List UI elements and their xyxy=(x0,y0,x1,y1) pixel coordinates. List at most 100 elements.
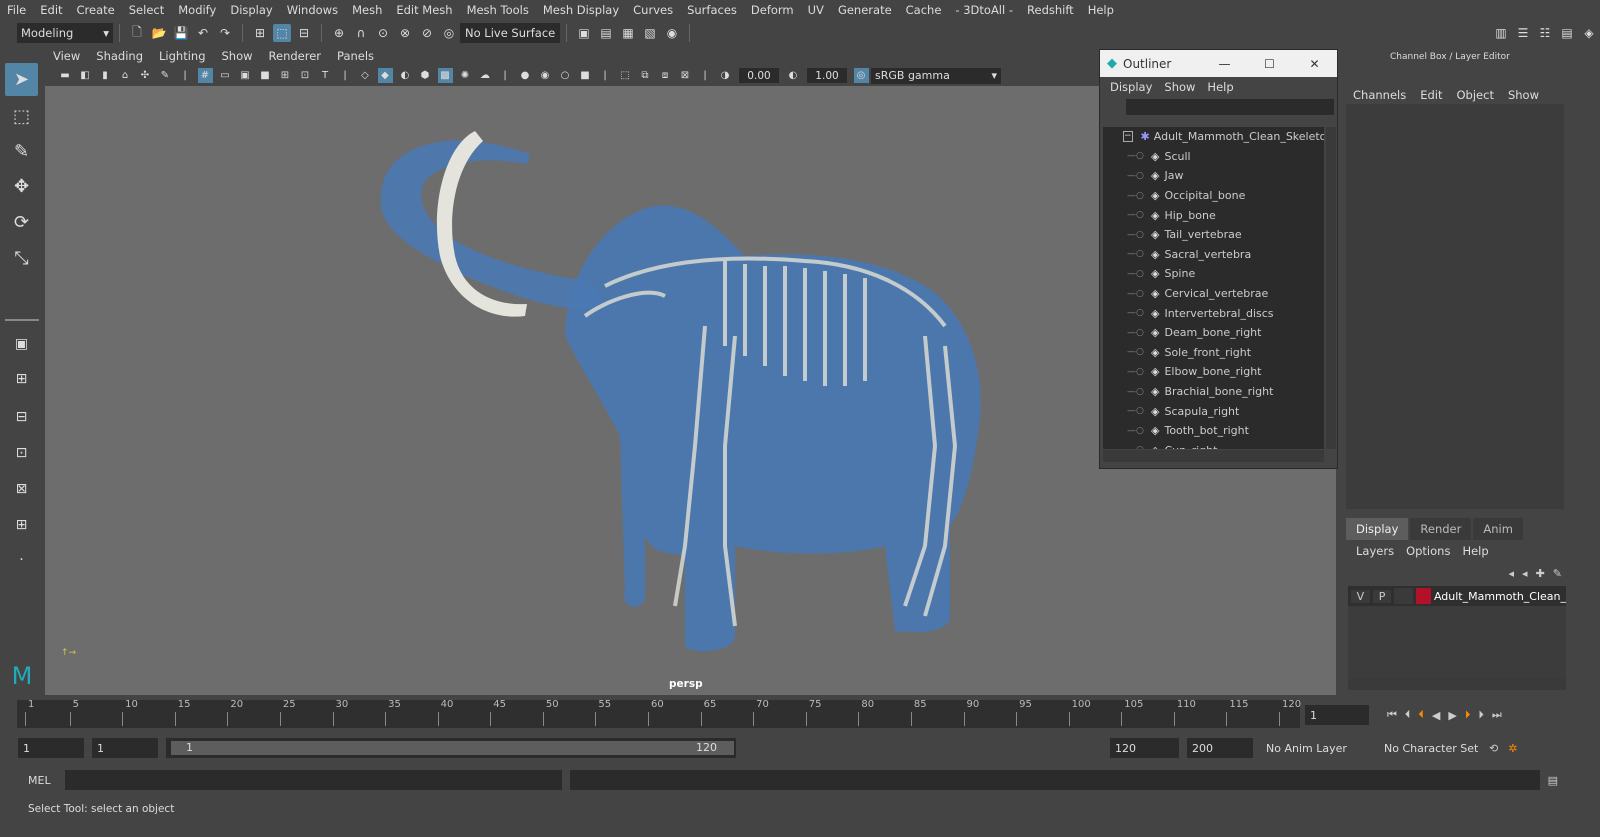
image-plane-icon[interactable]: ⌂ xyxy=(118,68,133,83)
outliner-root-row[interactable]: − ✱ Adult_Mammoth_Clean_Skeleto xyxy=(1103,127,1324,147)
menu-mesh-tools[interactable]: Mesh Tools xyxy=(460,0,536,20)
render-settings-icon[interactable]: ▣ xyxy=(575,24,593,42)
persp-uv-icon[interactable]: ⊞ xyxy=(5,508,38,541)
select-component-icon[interactable]: ⊟ xyxy=(295,24,313,42)
exposure-icon[interactable]: ◑ xyxy=(718,68,733,83)
outliner-item[interactable]: —○ ◈ Intervertebral_discs xyxy=(1103,303,1324,323)
end-time-field[interactable]: 200 xyxy=(1187,738,1253,758)
collapse-icon[interactable]: − xyxy=(1123,131,1133,143)
menu-set-dropdown[interactable]: Modeling ▾ xyxy=(17,23,113,43)
select-object-icon[interactable]: ⬚ xyxy=(273,24,291,42)
scale-tool-icon[interactable]: ⤡ xyxy=(5,242,38,275)
rotate-tool-icon[interactable]: ⟳ xyxy=(5,206,38,239)
outliner-item[interactable]: —○ ◈ Spine xyxy=(1103,264,1324,284)
script-editor-icon[interactable]: ▤ xyxy=(1548,774,1558,787)
panel-menu-view[interactable]: View xyxy=(45,49,88,63)
menu-mesh-display[interactable]: Mesh Display xyxy=(536,0,626,20)
snap-grid-icon[interactable]: ⊕ xyxy=(330,24,348,42)
gamma-field[interactable]: 1.00 xyxy=(807,68,847,83)
menu-deform[interactable]: Deform xyxy=(744,0,801,20)
character-set-dropdown[interactable]: No Character Set xyxy=(1379,738,1479,758)
channel-box-pane[interactable] xyxy=(1346,104,1564,509)
outliner-item[interactable]: —○ ◈ Sole_front_right xyxy=(1103,343,1324,363)
outliner-hscrollbar[interactable] xyxy=(1103,450,1324,462)
layer-menu-layers[interactable]: Layers xyxy=(1350,544,1400,558)
new-scene-icon[interactable]: 🗋 xyxy=(128,24,146,42)
move-layer-down-icon[interactable]: ◂ xyxy=(1522,567,1528,580)
more-layouts-icon[interactable]: · xyxy=(5,543,38,576)
outliner-item[interactable]: —○ ◈ Occipital_bone xyxy=(1103,186,1324,206)
textured-icon[interactable]: ▩ xyxy=(437,68,453,83)
gate-mask-icon[interactable]: ■ xyxy=(258,68,273,83)
paint-select-icon[interactable]: ✎ xyxy=(5,135,38,168)
isolate-select-icon[interactable]: ⬚ xyxy=(618,68,633,83)
motion-blur-icon[interactable]: ◉ xyxy=(538,68,553,83)
time-slider[interactable]: 1 5 10 15 20 25 30 35 40 45 50 55 60 65 70 75 80 85 90 95 10… xyxy=(17,699,1301,728)
live-surface-field[interactable]: No Live Surface xyxy=(460,23,560,43)
toggle-tools-icon[interactable]: ☰ xyxy=(1514,24,1532,42)
playback-end-field[interactable]: 120 xyxy=(1110,738,1179,758)
snap-surface-icon[interactable]: ⊘ xyxy=(418,24,436,42)
outliner-item[interactable]: —○ ◈ Scull xyxy=(1103,147,1324,167)
outliner-item[interactable]: —○ ◈ Brachial_bone_right xyxy=(1103,382,1324,402)
menu-uv[interactable]: UV xyxy=(801,0,831,20)
outliner-item[interactable]: —○ ◈ Elbow_bone_right xyxy=(1103,362,1324,382)
depth-of-field-icon[interactable]: ■ xyxy=(578,68,593,83)
exposure-field[interactable]: 0.00 xyxy=(739,68,779,83)
snap-view-icon[interactable]: ⊗ xyxy=(396,24,414,42)
render-frame-icon[interactable]: ▤ xyxy=(597,24,615,42)
outliner-item[interactable]: —○ ◈ Deam_bone_right xyxy=(1103,323,1324,343)
outliner-list[interactable]: − ✱ Adult_Mammoth_Clean_Skeleto —○ ◈ Scull… xyxy=(1103,127,1324,449)
current-frame-field[interactable]: 1 xyxy=(1305,705,1369,725)
layer-visibility-toggle[interactable]: V xyxy=(1351,589,1370,603)
xray-active-icon[interactable]: ⊠ xyxy=(678,68,693,83)
anim-layer-dropdown[interactable]: No Anim Layer xyxy=(1261,738,1371,758)
outliner-item[interactable]: —○ ◈ Cervical_vertebrae xyxy=(1103,284,1324,304)
layer-row[interactable]: V P Adult_Mammoth_Clean_ xyxy=(1348,586,1566,606)
layers-icon[interactable]: ◈ xyxy=(1580,24,1598,42)
tab-display[interactable]: Display xyxy=(1346,518,1409,540)
save-scene-icon[interactable]: 💾 xyxy=(172,24,190,42)
two-view-icon[interactable]: ⊟ xyxy=(5,400,38,433)
camera-attr-icon[interactable]: ◧ xyxy=(78,68,93,83)
toggle-channelbox-icon[interactable]: ▤ xyxy=(1558,24,1576,42)
single-view-icon[interactable]: ▣ xyxy=(5,327,38,360)
channel-menu-object[interactable]: Object xyxy=(1450,88,1501,102)
select-tool-icon[interactable]: ➤ xyxy=(5,63,38,96)
ambient-occlusion-icon[interactable]: ● xyxy=(518,68,533,83)
channel-menu-show[interactable]: Show xyxy=(1501,88,1546,102)
panel-menu-panels[interactable]: Panels xyxy=(329,49,382,63)
mel-label[interactable]: MEL xyxy=(28,774,51,787)
panel-menu-shading[interactable]: Shading xyxy=(88,49,151,63)
snap-live-icon[interactable]: ◎ xyxy=(440,24,458,42)
move-tool-icon[interactable]: ✥ xyxy=(5,170,38,203)
shadows-icon[interactable]: ☁ xyxy=(478,68,493,83)
minimize-icon[interactable]: — xyxy=(1202,57,1247,71)
playback-start-field[interactable]: 1 xyxy=(92,738,158,758)
outliner-item[interactable]: —○ ◈ Scapula_right xyxy=(1103,401,1324,421)
play-forward-icon[interactable]: ▶ xyxy=(1448,709,1456,722)
xray-joints-icon[interactable]: ⧈ xyxy=(658,68,673,83)
tab-render[interactable]: Render xyxy=(1410,518,1472,540)
menu-mesh[interactable]: Mesh xyxy=(345,0,389,20)
go-to-start-icon[interactable]: ⏮ xyxy=(1387,708,1397,722)
safe-title-icon[interactable]: T xyxy=(318,68,333,83)
tab-anim[interactable]: Anim xyxy=(1473,518,1523,540)
safe-action-icon[interactable]: ⊡ xyxy=(298,68,313,83)
camera-select-icon[interactable]: ▬ xyxy=(58,68,73,83)
view-transform-dropdown[interactable]: sRGB gamma ▾ xyxy=(871,67,1001,84)
move-layer-up-icon[interactable]: ◂ xyxy=(1509,567,1515,580)
menu-cache[interactable]: Cache xyxy=(899,0,949,20)
undo-icon[interactable]: ↶ xyxy=(194,24,212,42)
play-back-icon[interactable]: ◀ xyxy=(1432,709,1440,722)
outliner-item[interactable]: —○ ◈ Hip_bone xyxy=(1103,205,1324,225)
outliner-search-input[interactable] xyxy=(1126,99,1334,115)
wireframe-icon[interactable]: ◇ xyxy=(358,68,373,83)
command-input[interactable] xyxy=(64,770,562,790)
next-key-icon[interactable]: ⏵ xyxy=(1465,708,1471,722)
menu-edit-mesh[interactable]: Edit Mesh xyxy=(389,0,459,20)
snap-curve-icon[interactable]: ∩ xyxy=(352,24,370,42)
select-hierarchy-icon[interactable]: ⊞ xyxy=(251,24,269,42)
panel-menu-show[interactable]: Show xyxy=(214,49,261,63)
field-chart-icon[interactable]: ⊞ xyxy=(278,68,293,83)
